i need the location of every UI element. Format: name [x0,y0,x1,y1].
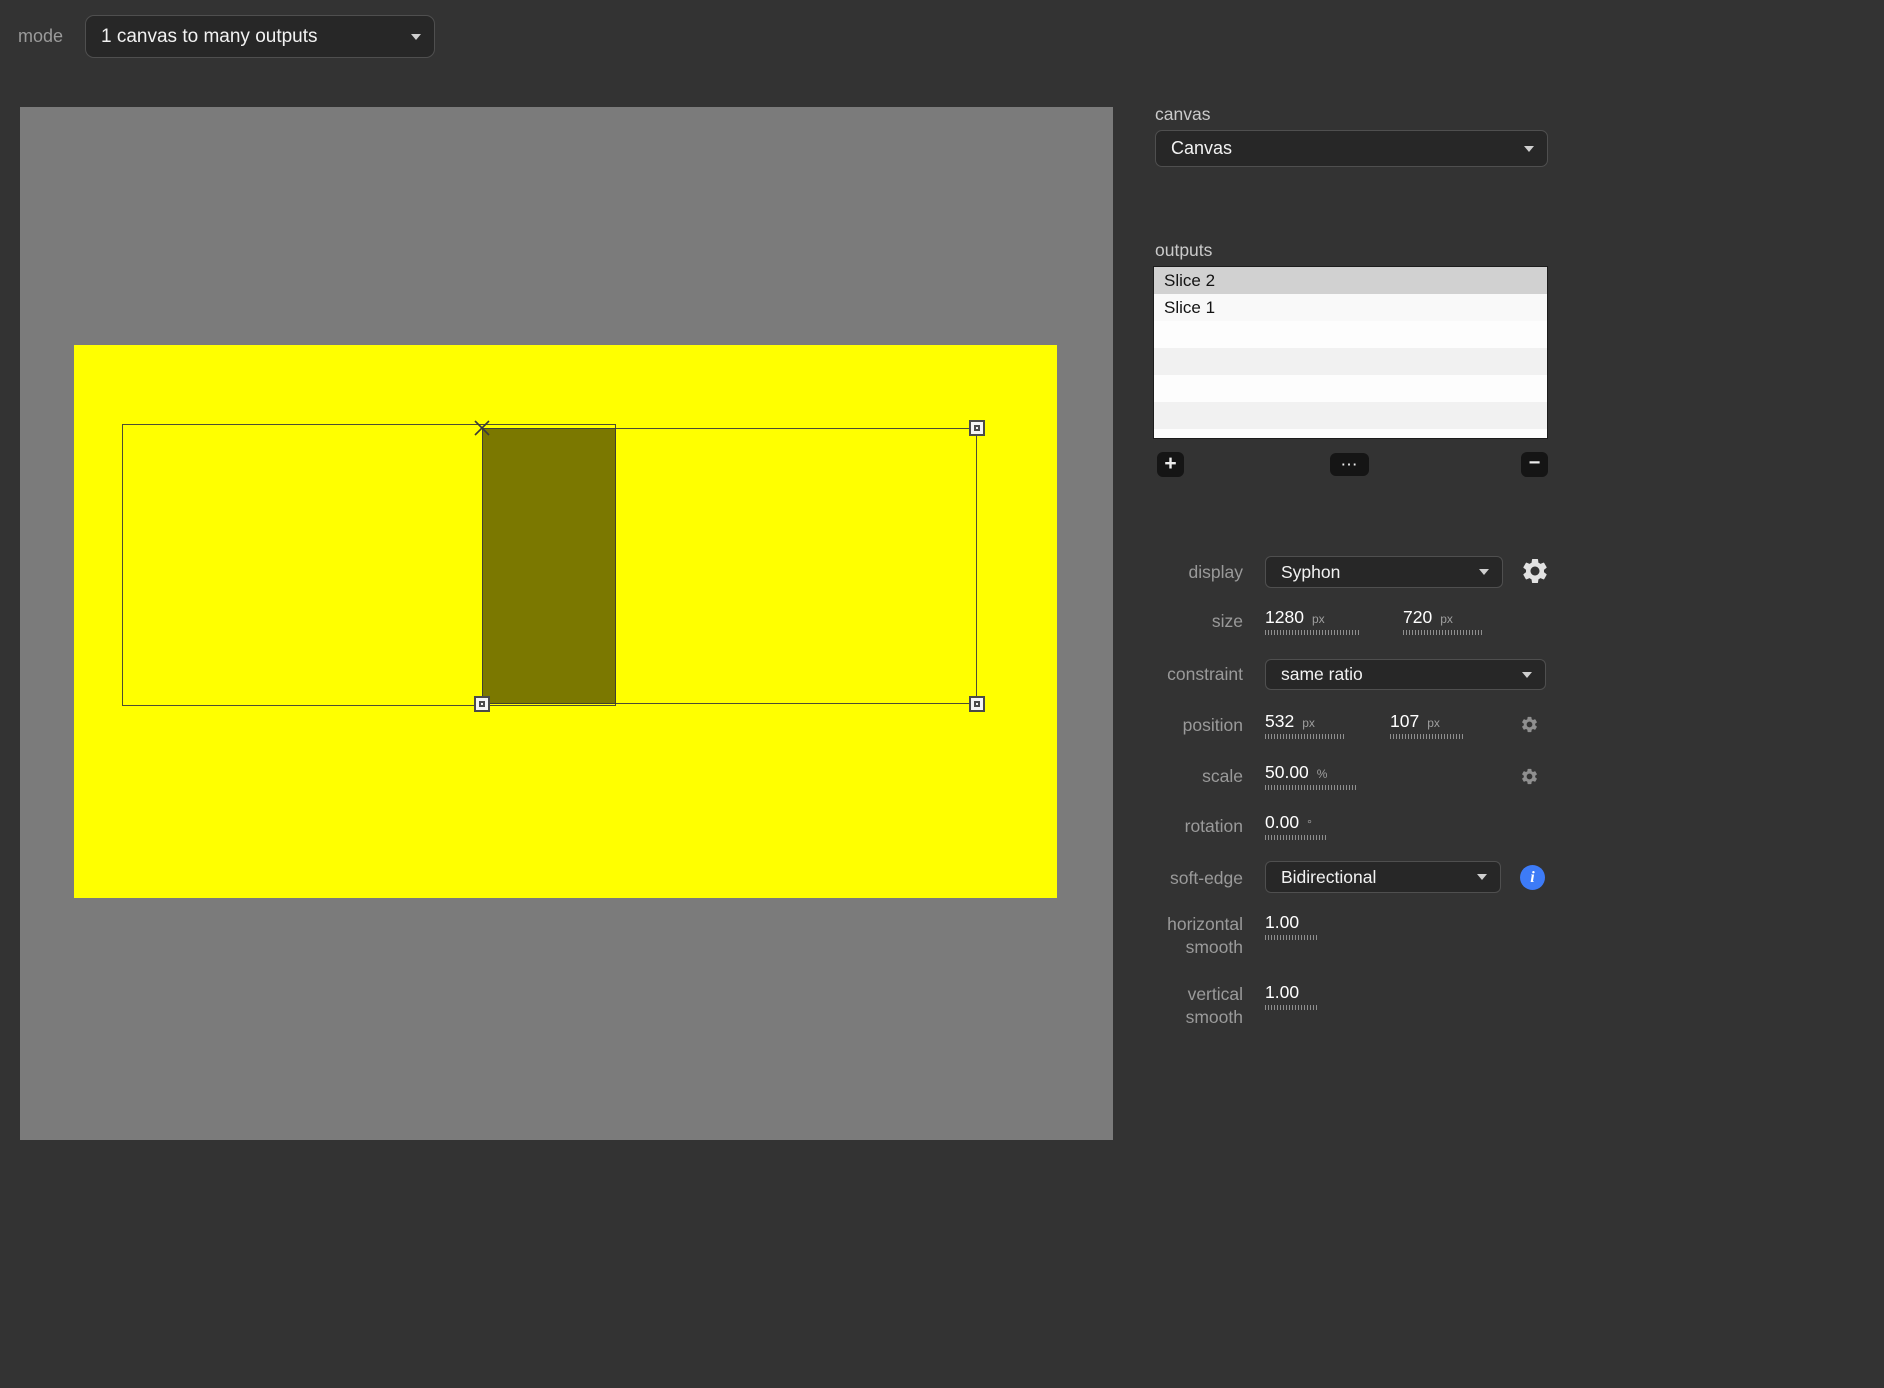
scale-field[interactable]: 50.00 % [1265,762,1356,790]
vertical-smooth-field[interactable]: 1.00 [1265,982,1317,1010]
chevron-down-icon [1479,569,1489,575]
remove-output-button[interactable]: − [1521,452,1548,477]
scrubber-ticks [1265,935,1317,940]
vertical-smooth-label: vertical smooth [1148,983,1243,1029]
size-height-value: 720 [1403,607,1432,628]
resize-handle-inner [479,701,485,707]
resize-handle-bottom-right[interactable] [969,696,985,712]
constraint-dropdown-value: same ratio [1281,664,1363,685]
scrubber-ticks [1265,734,1345,739]
soft-edge-dropdown-value: Bidirectional [1281,867,1376,888]
size-height-field[interactable]: 720 px [1403,607,1483,635]
position-y-value: 107 [1390,711,1419,732]
scale-unit: % [1317,767,1328,781]
scale-value: 50.00 [1265,762,1309,783]
slice2-bounds[interactable] [482,428,977,704]
resize-handle-inner [974,701,980,707]
horizontal-smooth-field[interactable]: 1.00 [1265,912,1317,940]
soft-edge-label: soft-edge [1060,867,1243,889]
chevron-down-icon [1522,672,1532,678]
list-empty-row [1154,348,1547,375]
size-height-unit: px [1440,612,1453,626]
position-y-unit: px [1427,716,1440,730]
chevron-down-icon [1477,874,1487,880]
constraint-dropdown[interactable]: same ratio [1265,659,1546,690]
canvas-dropdown[interactable]: Canvas [1155,130,1548,167]
resize-handle-inner [974,425,980,431]
preview-area [20,107,1113,1140]
display-settings-gear-icon[interactable] [1520,556,1550,586]
mode-dropdown-value: 1 canvas to many outputs [101,26,318,48]
constraint-label: constraint [1060,663,1243,685]
display-label: display [1060,561,1243,583]
chevron-down-icon [1524,146,1534,152]
position-label: position [1060,714,1243,736]
position-x-unit: px [1302,716,1315,730]
list-item-slice2[interactable]: Slice 2 [1154,267,1547,294]
display-dropdown[interactable]: Syphon [1265,556,1503,588]
rotation-field[interactable]: 0.00 ° [1265,812,1327,840]
mode-dropdown[interactable]: 1 canvas to many outputs [85,15,435,58]
list-empty-row [1154,321,1547,348]
scrubber-ticks [1265,785,1356,790]
canvas-section-label: canvas [1155,104,1210,125]
add-output-button[interactable]: + [1157,452,1184,477]
list-empty-row [1154,375,1547,402]
scale-label: scale [1060,765,1243,787]
position-y-field[interactable]: 107 px [1390,711,1463,739]
chevron-down-icon [411,34,421,40]
mode-label: mode [18,26,63,47]
scrubber-ticks [1403,630,1483,635]
size-width-field[interactable]: 1280 px [1265,607,1360,635]
canvas-dropdown-value: Canvas [1171,138,1232,159]
scrubber-ticks [1265,835,1327,840]
outputs-section-label: outputs [1155,240,1212,261]
soft-edge-info-icon[interactable]: i [1520,865,1545,890]
more-options-button[interactable]: ⋯ [1330,453,1369,476]
vertical-smooth-value: 1.00 [1265,982,1299,1003]
size-width-unit: px [1312,612,1325,626]
rotation-unit: ° [1307,817,1312,831]
display-dropdown-value: Syphon [1281,562,1340,583]
resize-handle-top-right[interactable] [969,420,985,436]
list-item-label: Slice 2 [1164,271,1215,291]
list-empty-row [1154,402,1547,429]
scrubber-ticks [1390,734,1463,739]
position-x-value: 532 [1265,711,1294,732]
list-item-slice1[interactable]: Slice 1 [1154,294,1547,321]
scrubber-ticks [1265,1005,1317,1010]
scrubber-ticks [1265,630,1360,635]
info-icon-glyph: i [1530,869,1534,887]
rotation-label: rotation [1060,815,1243,837]
scale-settings-gear-icon[interactable] [1520,767,1539,786]
resize-handle-bottom-left[interactable] [474,696,490,712]
outputs-list[interactable]: Slice 2 Slice 1 [1153,266,1548,439]
size-label: size [1060,610,1243,632]
slice-delete-handle-icon[interactable] [473,419,491,437]
size-width-value: 1280 [1265,607,1304,628]
list-item-label: Slice 1 [1164,298,1215,318]
horizontal-smooth-value: 1.00 [1265,912,1299,933]
soft-edge-dropdown[interactable]: Bidirectional [1265,861,1501,893]
horizontal-smooth-label: horizontal smooth [1148,913,1243,959]
position-x-field[interactable]: 532 px [1265,711,1345,739]
position-settings-gear-icon[interactable] [1520,715,1539,734]
rotation-value: 0.00 [1265,812,1299,833]
